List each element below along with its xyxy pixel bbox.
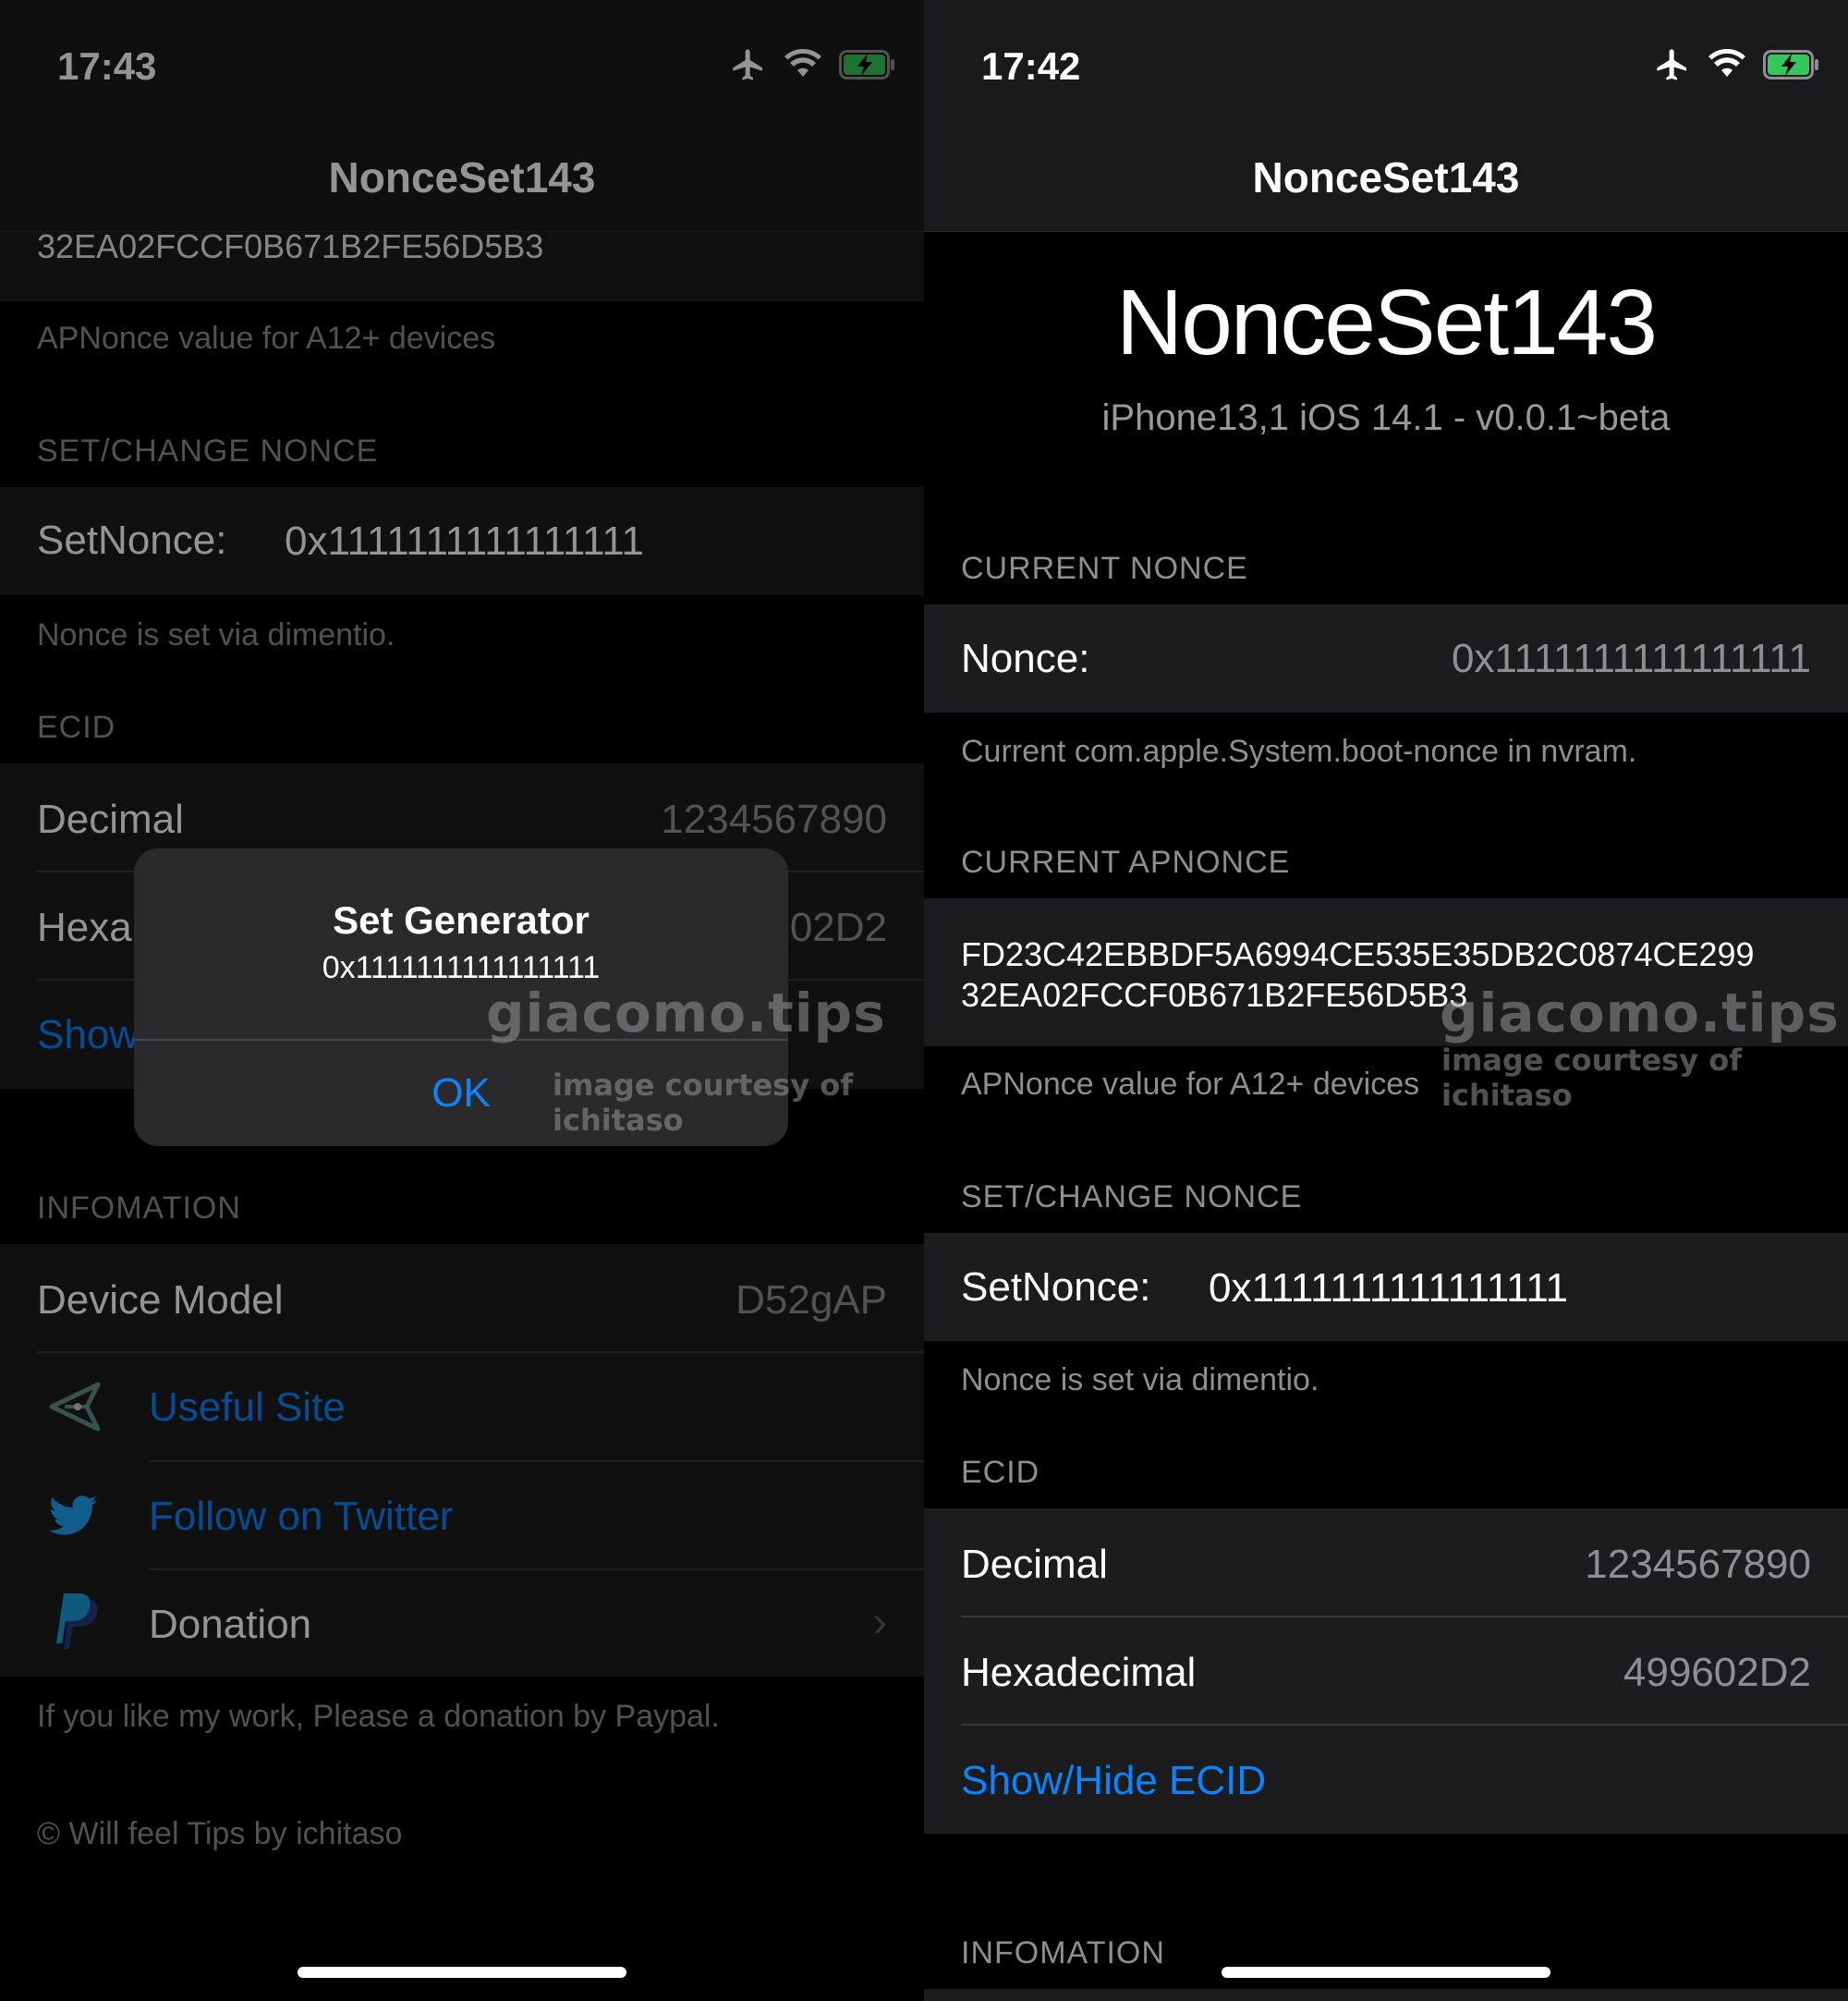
status-time: 17:42	[981, 44, 1081, 88]
current-nonce-header: CURRENT NONCE	[961, 551, 1248, 586]
watermark-main: giacomo.tips	[486, 982, 886, 1044]
right-screen: 17:42 NonceSet143 NonceSet143 iPhone13,1…	[924, 0, 1848, 2001]
information-group-top	[924, 1989, 1848, 2001]
setnonce-label: SetNonce:	[961, 1264, 1151, 1310]
set-footer: Nonce is set via dimentio.	[961, 1362, 1319, 1397]
setnonce-cell[interactable]: SetNonce: 0x1111111111111111	[924, 1233, 1848, 1341]
battery-charging-icon	[1763, 49, 1820, 84]
status-icons	[1654, 48, 1820, 85]
nonce-footer: Current com.apple.System.boot-nonce in n…	[961, 734, 1637, 769]
hexadecimal-value: 499602D2	[1623, 1650, 1811, 1695]
ecid-group: Decimal 1234567890 Hexadecimal 499602D2 …	[924, 1508, 1848, 1834]
alert-title: Set Generator	[333, 898, 590, 942]
home-indicator[interactable]	[298, 1967, 626, 1978]
watermark-sub: image courtesy of ichitaso	[1441, 1043, 1743, 1113]
current-apnonce-header: CURRENT APNONCE	[961, 845, 1291, 880]
setnonce-field[interactable]: 0x1111111111111111	[1209, 1265, 1568, 1312]
nav-title: NonceSet143	[1252, 153, 1520, 201]
navigation-bar: 17:42 NonceSet143	[924, 0, 1848, 232]
ecid-header: ECID	[961, 1455, 1040, 1490]
apnonce-line-2: 32EA02FCCF0B671B2FE56D5B3	[961, 976, 1468, 1014]
hexadecimal-label: Hexadecimal	[961, 1650, 1197, 1695]
apnonce-line-1: FD23C42EBBDF5A6994CE535E35DB2C0874CE299	[961, 935, 1755, 973]
left-screen: 32EA02FCCF0B671B2FE56D5B3 APNonce value …	[0, 0, 924, 2001]
decimal-value: 1234567890	[1585, 1542, 1811, 1587]
app-title-header: NonceSet143	[1115, 271, 1658, 374]
set-change-header: SET/CHANGE NONCE	[961, 1179, 1303, 1214]
show-hide-ecid-link[interactable]: Show/Hide ECID	[961, 1758, 1266, 1804]
wifi-icon	[1708, 48, 1746, 85]
app-subtitle: iPhone13,1 iOS 14.1 - v0.0.1~beta	[1101, 397, 1671, 438]
divider	[961, 1724, 1848, 1726]
nonce-value: 0x1111111111111111	[1451, 636, 1811, 681]
nonce-label: Nonce:	[961, 636, 1090, 681]
decimal-label: Decimal	[961, 1542, 1108, 1587]
airplane-icon	[1654, 46, 1691, 88]
home-indicator[interactable]	[1222, 1967, 1550, 1978]
watermark-main: giacomo.tips	[1440, 982, 1840, 1044]
apnonce-footer: APNonce value for A12+ devices	[961, 1067, 1420, 1102]
watermark-sub: image courtesy of ichitaso	[553, 1068, 854, 1138]
information-header: INFOMATION	[961, 1935, 1165, 1970]
divider	[961, 1616, 1848, 1617]
nonce-cell: Nonce: 0x1111111111111111	[924, 604, 1848, 713]
